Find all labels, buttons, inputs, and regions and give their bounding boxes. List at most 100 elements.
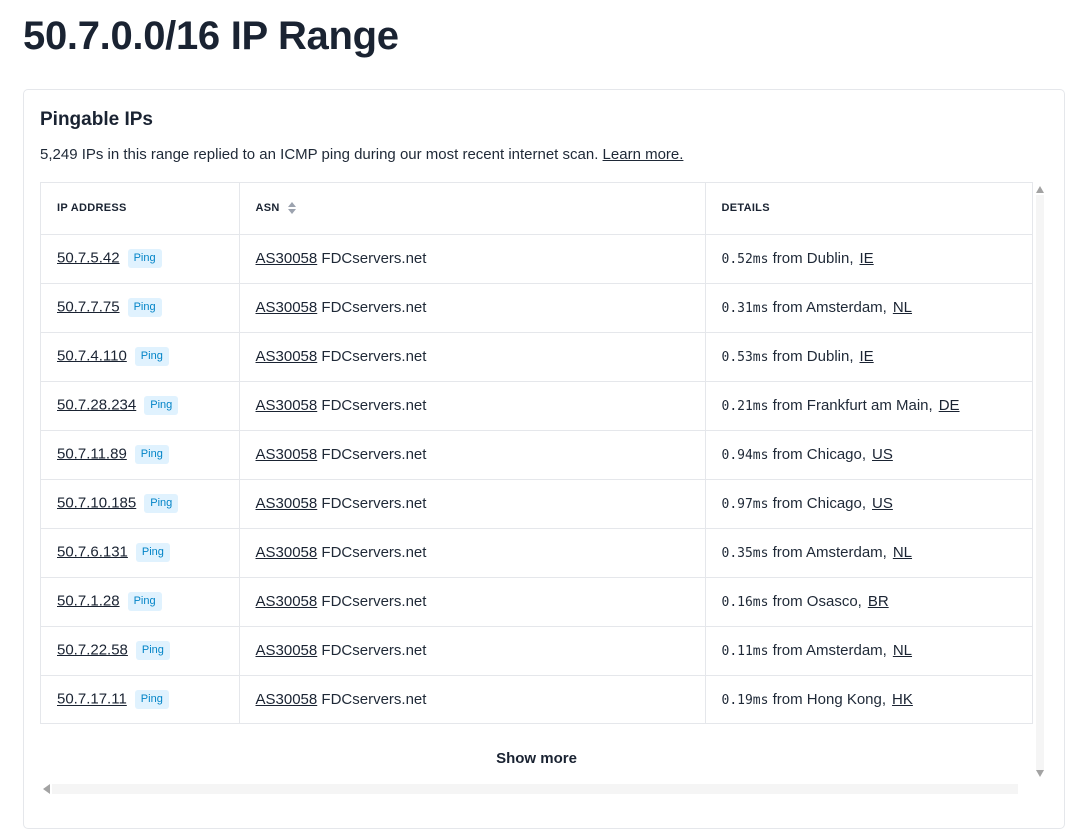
ping-badge: Ping (134, 347, 169, 366)
ip-cell: 50.7.6.131 Ping (41, 528, 239, 578)
asn-link[interactable]: AS30058 (256, 691, 318, 708)
details-cell: 0.19ms from Hong Kong, HK (704, 675, 1032, 724)
country-link[interactable]: NL (893, 299, 912, 316)
arrow-down-icon[interactable] (1036, 770, 1044, 777)
asn-link[interactable]: AS30058 (256, 397, 318, 414)
latency-value: 0.53ms (721, 350, 769, 365)
details-cell: 0.31ms from Amsterdam, NL (704, 283, 1032, 333)
ping-badge: Ping (144, 396, 179, 415)
location-city: from Chicago, (772, 446, 867, 463)
asn-link[interactable]: AS30058 (256, 348, 318, 365)
location-city: from Chicago, (772, 495, 867, 512)
card-heading: Pingable IPs (40, 109, 153, 130)
ping-badge: Ping (135, 543, 170, 562)
header-asn-label: ASN (255, 202, 280, 215)
latency-value: 0.52ms (721, 252, 769, 267)
ip-cell: 50.7.5.42 Ping (41, 234, 239, 284)
ip-cell: 50.7.10.185 Ping (41, 479, 239, 529)
asn-org: FDCservers.net (321, 544, 427, 561)
asn-link[interactable]: AS30058 (256, 593, 318, 610)
ip-address-link[interactable]: 50.7.10.185 (57, 494, 136, 511)
location-city: from Frankfurt am Main, (772, 397, 933, 414)
asn-link[interactable]: AS30058 (256, 446, 318, 463)
ip-cell: 50.7.7.75 Ping (41, 283, 239, 333)
asn-org: FDCservers.net (321, 446, 427, 463)
learn-more-link[interactable]: Learn more. (603, 146, 684, 163)
asn-link[interactable]: AS30058 (256, 299, 318, 316)
ip-address-link[interactable]: 50.7.11.89 (57, 445, 127, 462)
location-city: from Hong Kong, (772, 691, 887, 709)
table-row: 50.7.22.58 Ping AS30058 FDCservers.net 0.11… (41, 626, 1032, 676)
country-link[interactable]: NL (893, 544, 912, 561)
ip-table: IP ADDRESS ASN DETAILS 50.7.5.42 Ping AS30… (41, 183, 1032, 724)
ip-cell: 50.7.22.58 Ping (41, 626, 239, 676)
country-link[interactable]: US (872, 446, 893, 463)
horizontal-scroll-track[interactable] (52, 784, 1018, 794)
ip-address-link[interactable]: 50.7.22.58 (57, 641, 128, 658)
country-link[interactable]: HK (892, 691, 913, 708)
show-more-button[interactable]: Show more (40, 750, 1033, 767)
description-text: 5,249 IPs in this range replied to an IC… (40, 146, 599, 163)
ip-address-link[interactable]: 50.7.28.234 (57, 396, 136, 413)
details-cell: 0.21ms from Frankfurt am Main, DE (704, 381, 1032, 431)
location-city: from Dublin, (772, 250, 854, 267)
asn-cell: AS30058 FDCservers.net (238, 283, 705, 333)
page-title: 50.7.0.0/16 IP Range (23, 14, 399, 58)
ip-address-link[interactable]: 50.7.7.75 (57, 298, 120, 315)
ip-cell: 50.7.11.89 Ping (41, 430, 239, 480)
ip-address-link[interactable]: 50.7.1.28 (57, 592, 120, 609)
latency-value: 0.35ms (721, 546, 769, 561)
vertical-scroll-track[interactable] (1036, 195, 1044, 771)
country-link[interactable]: US (872, 495, 893, 512)
ip-address-link[interactable]: 50.7.4.110 (57, 347, 127, 364)
details-cell: 0.53ms from Dublin, IE (704, 332, 1032, 382)
country-link[interactable]: BR (868, 593, 889, 610)
details-cell: 0.35ms from Amsterdam, NL (704, 528, 1032, 578)
details-cell: 0.94ms from Chicago, US (704, 430, 1032, 480)
header-asn[interactable]: ASN (238, 183, 705, 235)
arrow-up-icon[interactable] (1036, 186, 1044, 193)
location-city: from Dublin, (772, 348, 854, 365)
latency-value: 0.97ms (721, 497, 769, 512)
asn-cell: AS30058 FDCservers.net (238, 430, 705, 480)
table-row: 50.7.4.110 Ping AS30058 FDCservers.net 0.53… (41, 332, 1032, 382)
ip-address-link[interactable]: 50.7.17.11 (57, 691, 127, 708)
asn-org: FDCservers.net (321, 348, 427, 365)
asn-org: FDCservers.net (321, 691, 427, 709)
location-city: from Osasco, (772, 593, 862, 610)
country-link[interactable]: NL (893, 642, 912, 659)
asn-org: FDCservers.net (321, 299, 427, 316)
ip-address-link[interactable]: 50.7.5.42 (57, 249, 120, 266)
country-link[interactable]: IE (860, 348, 874, 365)
sort-icon[interactable] (287, 202, 296, 215)
horizontal-scrollbar[interactable] (40, 780, 1030, 798)
ping-badge: Ping (135, 641, 170, 660)
arrow-left-icon[interactable] (43, 784, 50, 794)
asn-cell: AS30058 FDCservers.net (238, 577, 705, 627)
ip-table-container: IP ADDRESS ASN DETAILS 50.7.5.42 Ping AS30… (40, 182, 1033, 724)
details-cell: 0.11ms from Amsterdam, NL (704, 626, 1032, 676)
ping-badge: Ping (127, 249, 162, 268)
asn-cell: AS30058 FDCservers.net (238, 332, 705, 382)
ping-badge: Ping (144, 494, 179, 513)
asn-link[interactable]: AS30058 (256, 250, 318, 267)
header-details: DETAILS (704, 183, 1032, 235)
asn-link[interactable]: AS30058 (256, 495, 318, 512)
location-city: from Amsterdam, (772, 299, 887, 316)
ip-address-link[interactable]: 50.7.6.131 (57, 543, 128, 560)
country-link[interactable]: DE (939, 397, 960, 414)
asn-link[interactable]: AS30058 (256, 642, 318, 659)
vertical-scrollbar[interactable] (1034, 183, 1046, 783)
latency-value: 0.94ms (721, 448, 769, 463)
ip-cell: 50.7.1.28 Ping (41, 577, 239, 627)
asn-cell: AS30058 FDCservers.net (238, 479, 705, 529)
details-cell: 0.16ms from Osasco, BR (704, 577, 1032, 627)
ip-cell: 50.7.4.110 Ping (41, 332, 239, 382)
asn-link[interactable]: AS30058 (256, 544, 318, 561)
details-cell: 0.97ms from Chicago, US (704, 479, 1032, 529)
table-row: 50.7.6.131 Ping AS30058 FDCservers.net 0.35… (41, 528, 1032, 578)
asn-cell: AS30058 FDCservers.net (238, 675, 705, 724)
country-link[interactable]: IE (860, 250, 874, 267)
latency-value: 0.31ms (721, 301, 769, 316)
asn-org: FDCservers.net (321, 593, 427, 610)
